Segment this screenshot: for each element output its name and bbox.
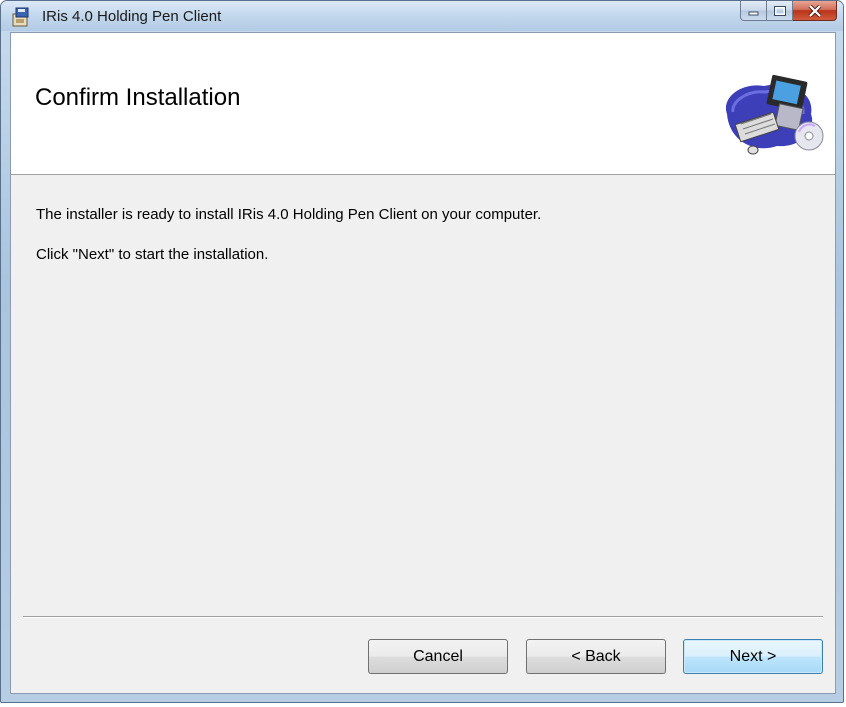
page-title: Confirm Installation	[35, 84, 241, 111]
close-button[interactable]	[793, 1, 837, 21]
header-banner: Confirm Installation	[11, 33, 835, 175]
close-icon	[808, 4, 821, 17]
installer-package-icon	[12, 7, 29, 27]
title-bar[interactable]: IRis 4.0 Holding Pen Client	[1, 1, 843, 31]
dialog-client-area: Confirm Installation The installer is re…	[10, 32, 836, 694]
installer-window: IRis 4.0 Holding Pen Client Confirm Inst…	[0, 0, 844, 703]
maximize-icon	[773, 5, 786, 16]
minimize-icon	[748, 11, 758, 15]
window-title: IRis 4.0 Holding Pen Client	[42, 8, 222, 25]
next-button[interactable]: Next >	[683, 639, 823, 674]
computer-setup-icon	[725, 74, 824, 155]
cancel-button[interactable]: Cancel	[368, 639, 508, 674]
footer-divider	[23, 616, 823, 618]
maximize-button[interactable]	[767, 1, 793, 21]
ready-message: The installer is ready to install IRis 4…	[36, 206, 542, 223]
minimize-button[interactable]	[740, 1, 767, 21]
caption-buttons	[740, 1, 837, 22]
instruction-message: Click "Next" to start the installation.	[36, 246, 269, 263]
back-button[interactable]: < Back	[526, 639, 666, 674]
